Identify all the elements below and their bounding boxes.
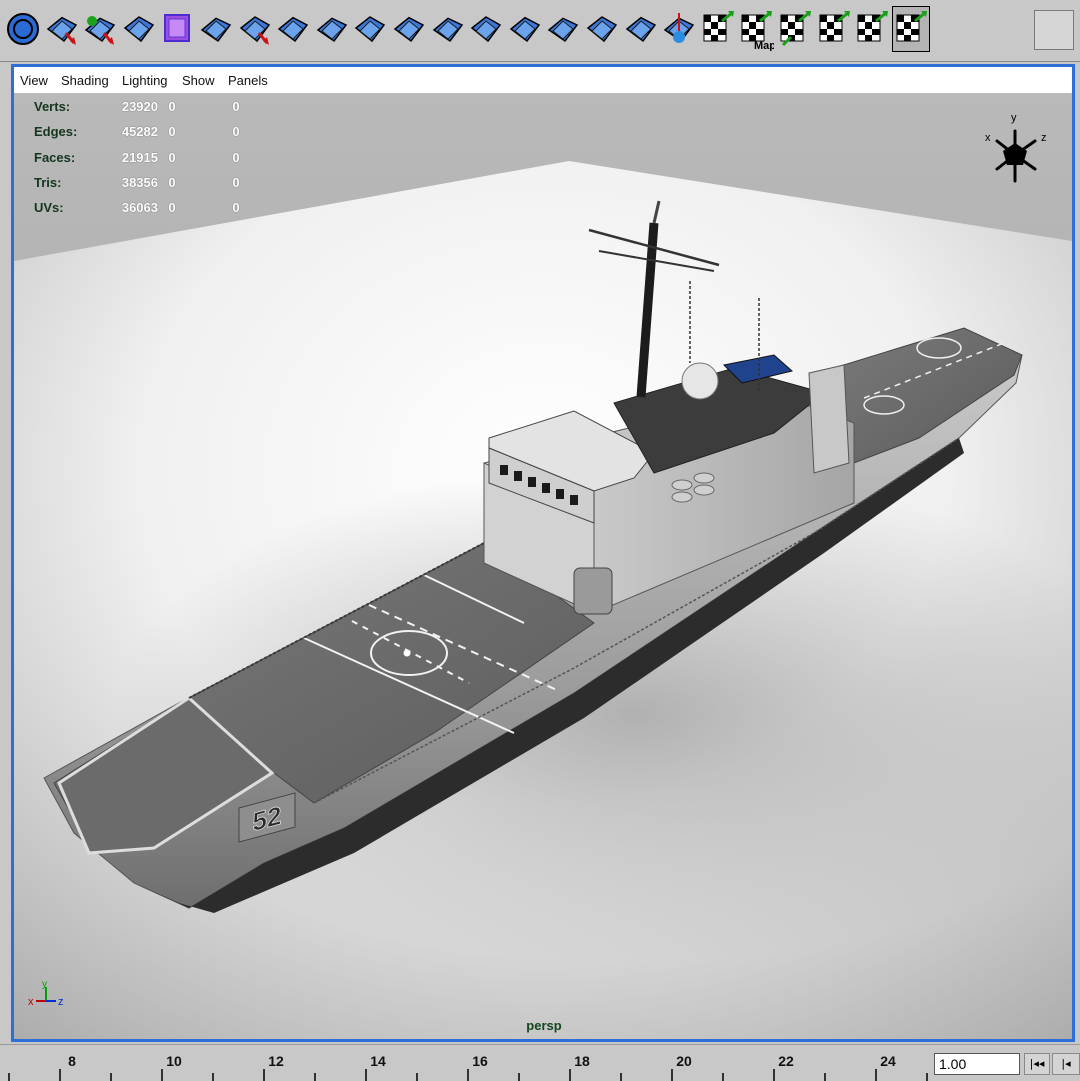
texture-editor-icon[interactable] — [853, 6, 891, 52]
time-tick-label: 18 — [574, 1053, 590, 1069]
merge-vertices-icon[interactable] — [429, 6, 467, 52]
time-tick-label: 24 — [880, 1053, 896, 1069]
hud-total: 36063 — [121, 200, 158, 216]
hud-selected: 0 — [168, 149, 176, 165]
hud-total: 45282 — [121, 124, 158, 140]
append-polygon-icon[interactable] — [351, 6, 389, 52]
axis-y-label: y — [42, 981, 47, 990]
panel-menubar: View Shading Lighting Show Panels — [14, 67, 1072, 93]
origin-axes-icon: x y z — [28, 981, 64, 1008]
cut-faces-icon[interactable] — [236, 6, 274, 52]
menu-view[interactable]: View — [20, 73, 48, 88]
hud-component: 0 — [232, 99, 240, 114]
time-tick-label: 20 — [676, 1053, 692, 1069]
extract-faces-icon[interactable] — [43, 6, 81, 52]
extrude-edge-icon[interactable] — [313, 6, 351, 52]
time-tick-label: 22 — [778, 1053, 794, 1069]
hud-selected: 0 — [168, 124, 176, 140]
compass-x-label: x — [985, 132, 991, 144]
map-label: Map — [754, 40, 774, 51]
view-compass-icon[interactable]: y x z — [979, 107, 1051, 187]
step-back-button[interactable]: |◂ — [1052, 1053, 1080, 1075]
scene: 52 — [14, 93, 1072, 1039]
hud-label: Verts: — [34, 99, 71, 114]
compass-z-label: z — [1041, 132, 1047, 144]
hud-label: UVs: — [34, 200, 64, 216]
planar-map-icon[interactable] — [699, 6, 737, 52]
uv-snapshot-icon[interactable] — [891, 6, 930, 52]
poke-face-icon[interactable] — [583, 6, 621, 52]
camera-label: persp — [526, 1018, 562, 1033]
time-tick-label: 16 — [472, 1053, 488, 1069]
hud-component: 0 — [232, 200, 240, 216]
hud-label: Edges: — [34, 124, 78, 140]
collapse-icon[interactable] — [467, 6, 505, 52]
hud-total: 23920 — [121, 99, 158, 114]
hud-component: 0 — [232, 149, 240, 165]
3d-viewport[interactable]: 52 Verts: 23920 0 0 Edges: 45282 0 0 Fac… — [14, 93, 1072, 1039]
smooth-cube-icon[interactable] — [158, 6, 196, 52]
hud-total: 38356 — [121, 174, 158, 190]
menu-lighting[interactable]: Lighting — [122, 73, 168, 88]
extrude-face-icon[interactable] — [274, 6, 312, 52]
rewind-button[interactable]: |◂◂ — [1024, 1053, 1050, 1075]
shelf-toolbar: Map — [0, 0, 1080, 62]
time-tick-label: 8 — [68, 1053, 76, 1069]
hud-selected: 0 — [168, 174, 176, 190]
hud-selected: 0 — [168, 200, 176, 216]
menu-shading[interactable]: Shading — [61, 73, 109, 88]
split-edge-icon[interactable] — [506, 6, 544, 52]
time-tick-label: 12 — [268, 1053, 284, 1069]
split-polygon-icon[interactable] — [197, 6, 235, 52]
spherical-map-icon[interactable] — [815, 6, 853, 52]
axis-z-label: z — [58, 996, 64, 1008]
time-slider[interactable]: 8 10 12 14 16 18 20 22 24 1.00 |◂◂ |◂ — [0, 1044, 1080, 1081]
time-tick-label: 14 — [370, 1053, 386, 1069]
time-tick-label: 10 — [166, 1053, 182, 1069]
hud-component: 0 — [232, 124, 240, 140]
separate-icon[interactable] — [120, 6, 158, 52]
sculpt-icon[interactable] — [660, 6, 698, 52]
hud-label: Tris: — [34, 174, 62, 190]
current-time-field[interactable]: 1.00 — [934, 1053, 1020, 1075]
automatic-map-icon[interactable]: Map — [737, 6, 775, 52]
shelf-empty-slot[interactable] — [1034, 10, 1074, 50]
hud-selected: 0 — [168, 99, 176, 114]
wedge-face-icon[interactable] — [544, 6, 582, 52]
hud-total: 21915 — [121, 149, 158, 165]
duplicate-face-icon[interactable] — [622, 6, 660, 52]
axis-x-label: x — [28, 996, 34, 1008]
bevel-icon[interactable] — [390, 6, 428, 52]
menu-show[interactable]: Show — [182, 73, 215, 88]
hud-label: Faces: — [34, 149, 76, 165]
cylindrical-map-icon[interactable] — [776, 6, 814, 52]
poly-sphere-icon[interactable] — [4, 6, 42, 52]
combine-icon[interactable] — [81, 6, 119, 52]
hud-component: 0 — [232, 174, 240, 190]
perspective-panel[interactable]: View Shading Lighting Show Panels 52 Ver… — [11, 64, 1075, 1042]
menu-panels[interactable]: Panels — [228, 73, 268, 88]
compass-y-label: y — [1011, 112, 1017, 124]
